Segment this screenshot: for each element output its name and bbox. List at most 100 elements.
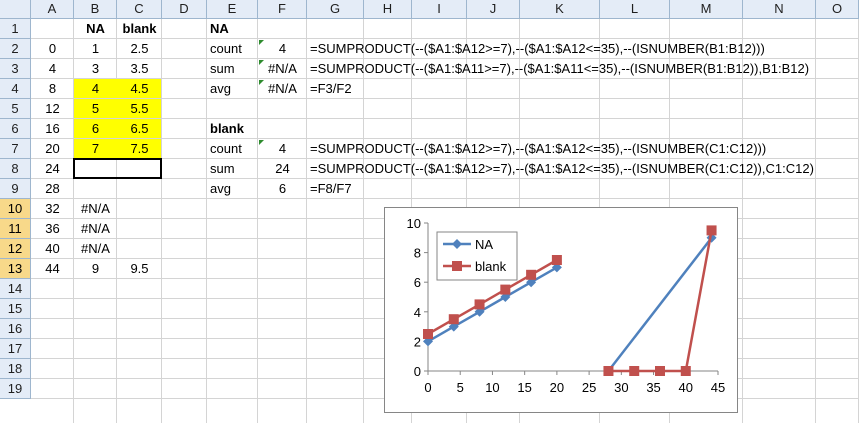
- row-header-13[interactable]: 13: [0, 259, 31, 279]
- cell-f9[interactable]: 6: [258, 179, 307, 199]
- cell-a6[interactable]: 16: [31, 119, 74, 139]
- column-header-m[interactable]: M: [670, 0, 743, 19]
- cell-a2[interactable]: 0: [31, 39, 74, 59]
- cell-b6[interactable]: 6: [74, 119, 117, 139]
- data-point-blank[interactable]: [551, 255, 562, 265]
- cell-b13[interactable]: 9: [74, 259, 117, 279]
- data-point-blank[interactable]: [603, 366, 614, 376]
- column-header-g[interactable]: G: [307, 0, 364, 19]
- cell-b12[interactable]: #N/A: [74, 239, 117, 259]
- row-header-3[interactable]: 3: [0, 59, 31, 79]
- row-header-15[interactable]: 15: [0, 299, 31, 319]
- cell-c1[interactable]: blank: [117, 19, 162, 39]
- cell-a11[interactable]: 36: [31, 219, 74, 239]
- row-header-16[interactable]: 16: [0, 319, 31, 339]
- data-point-blank[interactable]: [706, 225, 717, 236]
- cell-c4[interactable]: 4.5: [117, 79, 162, 99]
- column-header-f[interactable]: F: [258, 0, 307, 19]
- cell-e2[interactable]: count: [207, 39, 258, 59]
- row-header-1[interactable]: 1: [0, 19, 31, 39]
- row-header-12[interactable]: 12: [0, 239, 31, 259]
- line-chart[interactable]: 0 2 4 6 8 10 0 5 10 15 20 25 30 35 40 45 NA blank: [384, 207, 738, 413]
- cell-g7[interactable]: =SUMPRODUCT(--($A1:$A12>=7),--($A1:$A12<…: [307, 139, 859, 159]
- cell-c2[interactable]: 2.5: [117, 39, 162, 59]
- row-header-19[interactable]: 19: [0, 379, 31, 399]
- cell-g8[interactable]: =SUMPRODUCT(--($A1:$A12>=7),--($A1:$A12<…: [307, 159, 859, 179]
- cell-g3[interactable]: =SUMPRODUCT(--($A1:$A11>=7),--($A1:$A11<…: [307, 59, 859, 79]
- column-header-c[interactable]: C: [117, 0, 162, 19]
- cell-b11[interactable]: #N/A: [74, 219, 117, 239]
- cell-a10[interactable]: 32: [31, 199, 74, 219]
- cell-e1[interactable]: NA: [207, 19, 258, 39]
- cell-b10[interactable]: #N/A: [74, 199, 117, 219]
- cell-e7[interactable]: count: [207, 139, 258, 159]
- cell-e3[interactable]: sum: [207, 59, 258, 79]
- data-point-blank[interactable]: [500, 284, 511, 295]
- select-all-corner[interactable]: [0, 0, 31, 19]
- cell-a3[interactable]: 4: [31, 59, 74, 79]
- cell-g9[interactable]: =F8/F7: [307, 179, 859, 199]
- cell-a9[interactable]: 28: [31, 179, 74, 199]
- error-indicator-icon[interactable]: [259, 60, 264, 65]
- error-indicator-icon[interactable]: [259, 80, 264, 85]
- data-point-blank[interactable]: [448, 314, 459, 325]
- row-header-2[interactable]: 2: [0, 39, 31, 59]
- row-header-11[interactable]: 11: [0, 219, 31, 239]
- data-point-blank[interactable]: [629, 366, 640, 376]
- cell-b5[interactable]: 5: [74, 99, 117, 119]
- column-header-l[interactable]: L: [600, 0, 670, 19]
- cell-c13[interactable]: 9.5: [117, 259, 162, 279]
- column-header-e[interactable]: E: [207, 0, 258, 19]
- error-indicator-icon[interactable]: [259, 40, 264, 45]
- cell-c3[interactable]: 3.5: [117, 59, 162, 79]
- cell-f7[interactable]: 4: [258, 139, 307, 159]
- cell-c5[interactable]: 5.5: [117, 99, 162, 119]
- data-point-blank[interactable]: [474, 299, 485, 310]
- column-header-a[interactable]: A: [31, 0, 74, 19]
- cell-g2[interactable]: =SUMPRODUCT(--($A1:$A12>=7),--($A1:$A12<…: [307, 39, 859, 59]
- cell-c7[interactable]: 7.5: [117, 139, 162, 159]
- cell-e9[interactable]: avg: [207, 179, 258, 199]
- data-point-blank[interactable]: [680, 366, 691, 376]
- column-header-n[interactable]: N: [743, 0, 816, 19]
- active-cell-selection[interactable]: [73, 158, 162, 179]
- cell-a13[interactable]: 44: [31, 259, 74, 279]
- cell-b4[interactable]: 4: [74, 79, 117, 99]
- cell-f4[interactable]: #N/A: [258, 79, 307, 99]
- cell-a4[interactable]: 8: [31, 79, 74, 99]
- row-header-8[interactable]: 8: [0, 159, 31, 179]
- column-header-i[interactable]: I: [412, 0, 467, 19]
- row-header-18[interactable]: 18: [0, 359, 31, 379]
- cell-e4[interactable]: avg: [207, 79, 258, 99]
- cell-f8[interactable]: 24: [258, 159, 307, 179]
- row-header-10[interactable]: 10: [0, 199, 31, 219]
- cell-a12[interactable]: 40: [31, 239, 74, 259]
- row-header-9[interactable]: 9: [0, 179, 31, 199]
- cell-f2[interactable]: 4: [258, 39, 307, 59]
- row-header-5[interactable]: 5: [0, 99, 31, 119]
- cell-b1[interactable]: NA: [74, 19, 117, 39]
- cell-c6[interactable]: 6.5: [117, 119, 162, 139]
- cell-a8[interactable]: 24: [31, 159, 74, 179]
- row-header-14[interactable]: 14: [0, 279, 31, 299]
- cell-e6[interactable]: blank: [207, 119, 258, 139]
- column-header-b[interactable]: B: [74, 0, 117, 19]
- data-point-blank[interactable]: [655, 366, 665, 376]
- cell-b2[interactable]: 1: [74, 39, 117, 59]
- cell-a7[interactable]: 20: [31, 139, 74, 159]
- column-header-h[interactable]: H: [364, 0, 412, 19]
- cell-f3[interactable]: #N/A: [258, 59, 307, 79]
- data-point-blank[interactable]: [526, 269, 537, 280]
- row-header-4[interactable]: 4: [0, 79, 31, 99]
- row-header-6[interactable]: 6: [0, 119, 31, 139]
- column-header-j[interactable]: J: [467, 0, 520, 19]
- cell-b3[interactable]: 3: [74, 59, 117, 79]
- cell-e8[interactable]: sum: [207, 159, 258, 179]
- column-header-o[interactable]: O: [816, 0, 859, 19]
- row-header-7[interactable]: 7: [0, 139, 31, 159]
- data-point-blank[interactable]: [423, 329, 433, 339]
- cell-a5[interactable]: 12: [31, 99, 74, 119]
- error-indicator-icon[interactable]: [259, 140, 264, 145]
- row-header-17[interactable]: 17: [0, 339, 31, 359]
- cell-g4[interactable]: =F3/F2: [307, 79, 859, 99]
